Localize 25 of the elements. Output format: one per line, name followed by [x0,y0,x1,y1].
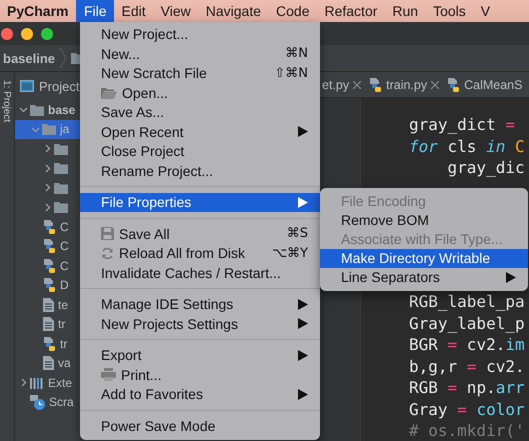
tree-item-label: va [57,356,71,370]
tree-item-label: C [59,239,69,254]
code-line: b,g,r = cv2. [409,356,525,377]
tree-item-label: tr [59,336,68,351]
code-line: RGB_label_pa [409,291,525,312]
tree-item-label: D [59,278,69,292]
tree-item-label: tr [57,317,66,332]
code-line: Gray = color [409,398,525,420]
code-line: # os.mkdir(' [409,420,525,441]
code-line: Gray_label_p [409,312,525,334]
code-line: BGR = cv2.im [409,334,525,356]
tab-label: train.py [386,78,428,92]
tab-label: CalMeanS [464,78,522,92]
code-line: for cls in C [409,136,525,157]
tree-item-label: C [59,258,69,273]
tree-item-label: base [47,102,76,117]
tree-item-label: C [59,220,69,234]
tree-item-label: Exte [47,376,72,390]
code-line: gray_dic [446,157,525,178]
tab-label: et.py [322,78,350,92]
tree-item-label: ja [58,122,70,136]
tree-item-label: Scra [48,395,74,410]
code-line: RGB = np.arr [409,377,525,398]
code-line: gray_dict = [409,114,516,136]
tree-item-label: te [57,298,68,312]
